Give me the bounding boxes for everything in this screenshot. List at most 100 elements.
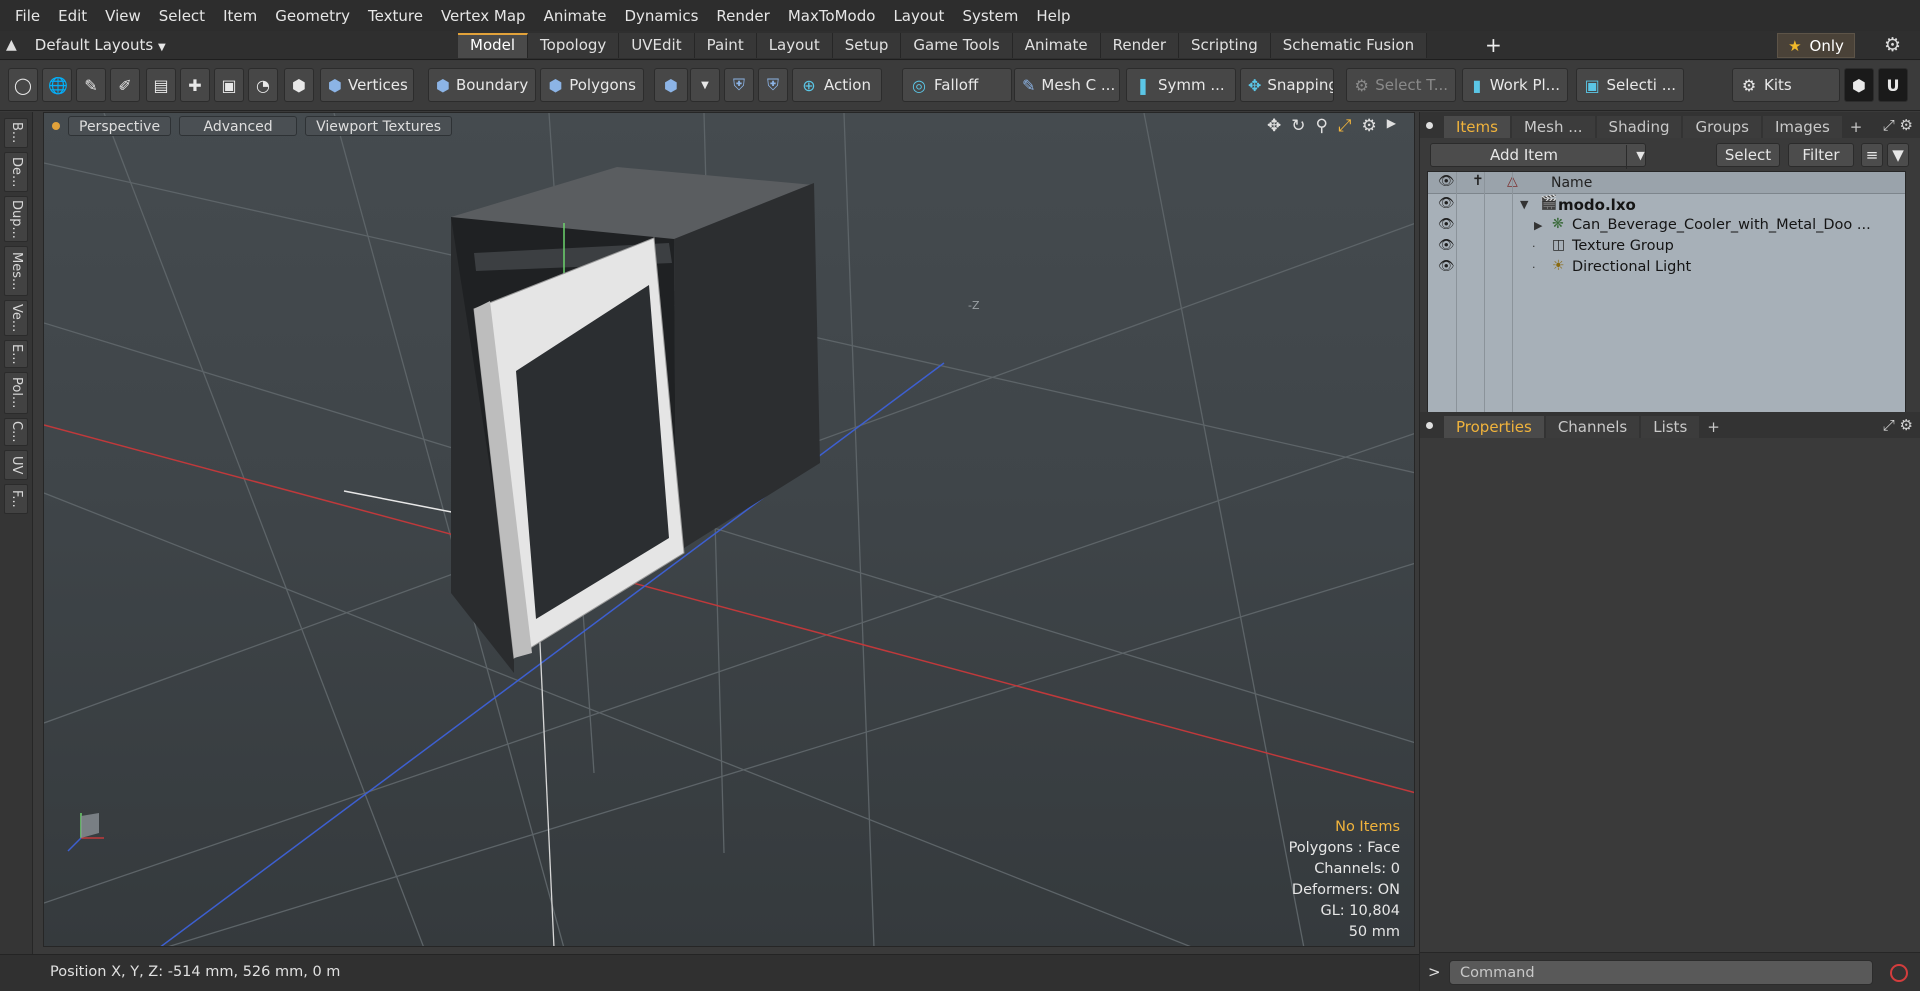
tab-properties[interactable]: Properties [1444, 416, 1544, 438]
visibility-column-eye-icon[interactable]: 👁 [1438, 174, 1455, 189]
menu-file[interactable]: File [6, 7, 49, 25]
left-tab-vertex[interactable]: Ve... [4, 300, 28, 336]
unity-button[interactable]: ⬢ [1844, 68, 1874, 102]
element-move-button[interactable]: ▤ [146, 68, 176, 102]
expand-triangle-icon[interactable]: ▶ [1534, 219, 1542, 232]
item-mode-button[interactable]: ⬢ [284, 68, 314, 102]
symmetry-button[interactable]: ❚ Symm ... [1126, 68, 1236, 102]
collapse-up-icon[interactable]: ▲ [6, 37, 17, 53]
tab-uvedit[interactable]: UVEdit [619, 33, 695, 58]
3d-viewport[interactable]: -Z Perspective Advanced Viewport Texture… [43, 112, 1415, 947]
tab-layout[interactable]: Layout [756, 33, 833, 58]
select-through-button[interactable]: ⚙ Select T... [1346, 68, 1456, 102]
action-center-button[interactable]: ⊕ Action [792, 68, 882, 102]
menu-edit[interactable]: Edit [49, 7, 96, 25]
boundary-button[interactable]: ⬢ Boundary [428, 68, 536, 102]
lock-column-icon[interactable]: ✝ [1472, 173, 1484, 189]
funnel-icon[interactable]: ▼ [1887, 143, 1909, 167]
tab-mesh[interactable]: Mesh ... [1511, 116, 1595, 138]
tab-render[interactable]: Render [1100, 33, 1180, 58]
menu-item[interactable]: Item [214, 7, 266, 25]
tab-shading[interactable]: Shading [1596, 116, 1682, 138]
only-button[interactable]: ★ Only [1777, 33, 1855, 58]
tab-items[interactable]: Items [1444, 116, 1510, 138]
work-plane-button[interactable]: ▮ Work Pl... [1462, 68, 1568, 102]
expand-arrow-icon[interactable]: ▶ [1387, 116, 1396, 136]
tab-images[interactable]: Images [1762, 116, 1842, 138]
record-macro-button[interactable] [1884, 960, 1914, 985]
menu-help[interactable]: Help [1027, 7, 1079, 25]
pan-icon[interactable]: ✥ [1267, 116, 1281, 136]
scale-button[interactable]: ▣ [214, 68, 244, 102]
tab-setup[interactable]: Setup [832, 33, 902, 58]
panel-options-icon[interactable]: ⤢ ⚙ [1883, 116, 1913, 134]
settings-shield-button[interactable]: ⛨ [758, 68, 788, 102]
globe-button[interactable]: 🌐 [42, 68, 72, 102]
orbit-icon[interactable]: ↻ [1291, 116, 1305, 136]
add-panel-tab-icon[interactable]: + [1844, 116, 1869, 138]
symmetry-shield-button[interactable]: ⛨ [724, 68, 754, 102]
viewport-gear-icon[interactable]: ⚙ [1362, 116, 1377, 136]
tab-game-tools[interactable]: Game Tools [901, 33, 1013, 58]
item-row-directional-light[interactable]: 👁 · ☀ Directional Light [1428, 257, 1905, 278]
tab-model[interactable]: Model [458, 33, 529, 58]
select-circle-button[interactable]: ◯ [8, 68, 38, 102]
add-item-button[interactable]: Add Item ▼ [1430, 143, 1646, 169]
menu-geometry[interactable]: Geometry [266, 7, 359, 25]
rotate-button[interactable]: ◔ [248, 68, 278, 102]
left-tab-basic[interactable]: B... [4, 118, 28, 148]
left-tab-curve[interactable]: C... [4, 418, 28, 446]
shading-mode-button[interactable]: Advanced [179, 116, 298, 136]
brush-button[interactable]: ✐ [110, 68, 140, 102]
tab-paint[interactable]: Paint [694, 33, 757, 58]
default-layouts-dropdown[interactable]: Default Layouts ▼ [35, 36, 166, 54]
menu-view[interactable]: View [96, 7, 150, 25]
chevron-down-icon[interactable]: ▼ [1626, 145, 1654, 169]
collapse-triangle-icon[interactable]: ▼ [1520, 198, 1528, 211]
eye-icon[interactable]: 👁 [1438, 238, 1455, 253]
fit-icon[interactable]: ⤢ [1338, 116, 1352, 136]
zoom-icon[interactable]: ⚲ [1315, 116, 1327, 136]
name-column-header[interactable]: Name [1551, 175, 1592, 191]
mesh-constraints-button[interactable]: ✎ Mesh C ... [1014, 68, 1120, 102]
menu-maxtomodo[interactable]: MaxToModo [779, 7, 885, 25]
left-tab-fusion[interactable]: F... [4, 484, 28, 514]
unreal-button[interactable]: U [1878, 68, 1908, 102]
menu-system[interactable]: System [953, 7, 1027, 25]
panel-menu-dot-icon[interactable] [1426, 122, 1433, 129]
item-row-texture-group[interactable]: 👁 · ◫ Texture Group [1428, 236, 1905, 257]
select-button[interactable]: Select [1716, 143, 1780, 167]
command-input[interactable] [1449, 960, 1873, 985]
item-row-scene[interactable]: 👁 ▼ 🎬 modo.lxo [1428, 194, 1905, 215]
polygons-button[interactable]: ⬢ Polygons [540, 68, 644, 102]
gear-icon[interactable]: ⚙ [1884, 34, 1901, 56]
item-row-mesh[interactable]: 👁 ▶ ❋ Can_Beverage_Cooler_with_Metal_Doo… [1428, 215, 1905, 236]
collapse-icon[interactable]: ≡ [1861, 143, 1883, 167]
eye-icon[interactable]: 👁 [1438, 217, 1455, 232]
falloff-button[interactable]: ◎ Falloff [902, 68, 1012, 102]
tab-animate[interactable]: Animate [1012, 33, 1101, 58]
tab-topology[interactable]: Topology [528, 33, 620, 58]
viewport-menu-dot-icon[interactable] [52, 122, 60, 130]
vertices-button[interactable]: ⬢ Vertices [320, 68, 414, 102]
panel-menu-dot-icon[interactable] [1426, 422, 1433, 429]
left-tab-uv[interactable]: UV [4, 450, 28, 480]
menu-layout[interactable]: Layout [884, 7, 953, 25]
tab-groups[interactable]: Groups [1683, 116, 1761, 138]
tab-schematic-fusion[interactable]: Schematic Fusion [1270, 33, 1428, 58]
selection-sets-button[interactable]: ▣ Selecti ... [1576, 68, 1684, 102]
add-panel-tab-icon[interactable]: + [1701, 416, 1726, 438]
kits-button[interactable]: ⚙ Kits [1732, 68, 1840, 102]
add-tab-plus-icon[interactable]: + [1485, 34, 1502, 56]
viewport-textures-button[interactable]: Viewport Textures [305, 116, 453, 136]
transform-button[interactable]: ✚ [180, 68, 210, 102]
menu-texture[interactable]: Texture [359, 7, 432, 25]
left-tab-mesh-edit[interactable]: Mes... [4, 246, 28, 296]
eye-icon[interactable]: 👁 [1438, 196, 1455, 211]
menu-dynamics[interactable]: Dynamics [615, 7, 707, 25]
selection-mode-dropdown[interactable]: ▼ [690, 68, 720, 102]
perspective-view-button[interactable]: Perspective [68, 116, 172, 136]
left-tab-duplicate[interactable]: Dup... [4, 196, 28, 242]
snapping-button[interactable]: ✥ Snapping [1240, 68, 1334, 102]
tab-scripting[interactable]: Scripting [1179, 33, 1271, 58]
